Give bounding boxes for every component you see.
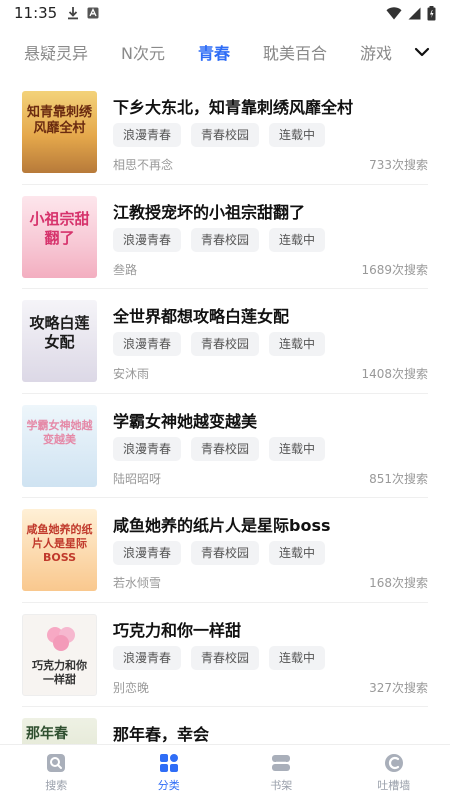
category-tabs: 悬疑灵异 N次元 青春 耽美百合 游戏 [0, 30, 450, 74]
tag-status: 连载中 [269, 645, 326, 670]
tab-mystery[interactable]: 悬疑灵异 [24, 40, 88, 64]
book-author: 若水倾雪 [113, 576, 162, 590]
tag-genre: 浪漫青春 [113, 123, 182, 147]
tag-genre: 浪漫青春 [113, 436, 182, 461]
book-author: 相思不再念 [113, 158, 174, 172]
tag-subgenre: 青春校园 [191, 227, 260, 252]
book-tags: 浪漫青春 青春校园 连载中 [113, 541, 326, 565]
wifi-icon [386, 6, 402, 20]
category-icon [158, 752, 180, 774]
book-cover: 那年春 [22, 718, 97, 744]
book-title[interactable]: 江教授宠坏的小祖宗甜翻了 [113, 199, 305, 223]
notification-app-icon [87, 7, 99, 19]
status-bar: 11:35 [0, 0, 450, 26]
book-title[interactable]: 咸鱼她养的纸片人是星际boss [113, 512, 331, 536]
book-author: 安沐雨 [113, 367, 150, 381]
nav-category[interactable]: 分类 [113, 745, 226, 800]
tag-genre: 浪漫青春 [113, 227, 182, 252]
book-list: 知青靠刺绣风靡全村 下乡大东北，知青靠刺绣风靡全村 浪漫青春 青春校园 连载中 … [0, 80, 450, 744]
book-item[interactable]: 攻略白莲女配 全世界都想攻略白莲女配 浪漫青春 青春校园 连载中 安沐雨 140… [22, 289, 428, 394]
flower-icon [47, 626, 75, 651]
book-cover: 小祖宗甜翻了 [22, 195, 97, 278]
tag-status: 连载中 [269, 332, 326, 356]
nav-comment-wall[interactable]: 吐槽墙 [338, 745, 450, 800]
tab-youth[interactable]: 青春 [198, 40, 230, 64]
search-count: 327次搜索 [369, 680, 428, 695]
book-item[interactable]: 那年春 那年春，幸会 [22, 707, 428, 744]
tag-subgenre: 青春校园 [191, 541, 260, 565]
tag-status: 连载中 [269, 123, 326, 147]
book-tags: 浪漫青春 青春校园 连载中 [113, 227, 326, 252]
book-item[interactable]: 知青靠刺绣风靡全村 下乡大东北，知青靠刺绣风靡全村 浪漫青春 青春校园 连载中 … [22, 80, 428, 185]
search-count: 851次搜索 [369, 471, 428, 486]
search-icon [45, 752, 67, 774]
book-tags: 浪漫青春 青春校园 连载中 [113, 123, 326, 147]
download-icon [67, 6, 79, 20]
comment-wall-icon [383, 752, 405, 774]
book-tags: 浪漫青春 青春校园 连载中 [113, 436, 326, 461]
bookshelf-icon [270, 752, 292, 774]
book-title[interactable]: 巧克力和你一样甜 [113, 617, 241, 641]
signal-icon [408, 7, 421, 20]
tag-genre: 浪漫青春 [113, 541, 182, 565]
tag-status: 连载中 [269, 541, 326, 565]
bottom-nav: 搜索 分类 书架 吐槽墙 [0, 744, 450, 800]
tag-subgenre: 青春校园 [191, 123, 260, 147]
nav-bookshelf[interactable]: 书架 [225, 745, 338, 800]
tab-game[interactable]: 游戏 [360, 40, 392, 64]
status-time: 11:35 [14, 4, 58, 22]
tab-danmei-baihe[interactable]: 耽美百合 [263, 40, 327, 64]
search-count: 1408次搜索 [361, 367, 428, 381]
book-cover: 咸鱼她养的纸片人是星际BOSS [22, 509, 97, 591]
book-item[interactable]: 咸鱼她养的纸片人是星际BOSS 咸鱼她养的纸片人是星际boss 浪漫青春 青春校… [22, 498, 428, 603]
book-item[interactable]: 学霸女神她越变越美 学霸女神她越变越美 浪漫青春 青春校园 连载中 陆昭昭呀 8… [22, 394, 428, 498]
tag-status: 连载中 [269, 227, 326, 252]
battery-icon [427, 5, 436, 21]
book-item[interactable]: 小祖宗甜翻了 江教授宠坏的小祖宗甜翻了 浪漫青春 青春校园 连载中 叁路 168… [22, 185, 428, 289]
book-tags: 浪漫青春 青春校园 连载中 [113, 645, 326, 670]
book-cover: 学霸女神她越变越美 [22, 404, 97, 487]
search-count: 168次搜索 [369, 576, 428, 590]
tag-status: 连载中 [269, 436, 326, 461]
search-count: 733次搜索 [369, 158, 428, 172]
book-cover: 巧克力和你一样甜 [22, 613, 97, 696]
tag-genre: 浪漫青春 [113, 332, 182, 356]
nav-search[interactable]: 搜索 [0, 745, 113, 800]
book-item[interactable]: 巧克力和你一样甜 巧克力和你一样甜 浪漫青春 青春校园 连载中 别恋晚 327次… [22, 603, 428, 707]
book-cover: 攻略白莲女配 [22, 300, 97, 382]
tab-n-dimension[interactable]: N次元 [121, 40, 165, 64]
tag-subgenre: 青春校园 [191, 645, 260, 670]
book-title[interactable]: 下乡大东北，知青靠刺绣风靡全村 [113, 94, 353, 118]
book-author: 叁路 [113, 262, 138, 277]
tag-genre: 浪漫青春 [113, 645, 182, 670]
book-tags: 浪漫青春 青春校园 连载中 [113, 332, 326, 356]
tag-subgenre: 青春校园 [191, 332, 260, 356]
search-count: 1689次搜索 [361, 262, 428, 277]
tag-subgenre: 青春校园 [191, 436, 260, 461]
book-author: 陆昭昭呀 [113, 471, 162, 486]
book-cover: 知青靠刺绣风靡全村 [22, 91, 97, 173]
book-title[interactable]: 学霸女神她越变越美 [113, 408, 257, 432]
book-title[interactable]: 全世界都想攻略白莲女配 [113, 303, 289, 327]
book-author: 别恋晚 [113, 680, 150, 695]
chevron-down-icon[interactable] [412, 42, 432, 62]
book-title[interactable]: 那年春，幸会 [113, 721, 209, 744]
